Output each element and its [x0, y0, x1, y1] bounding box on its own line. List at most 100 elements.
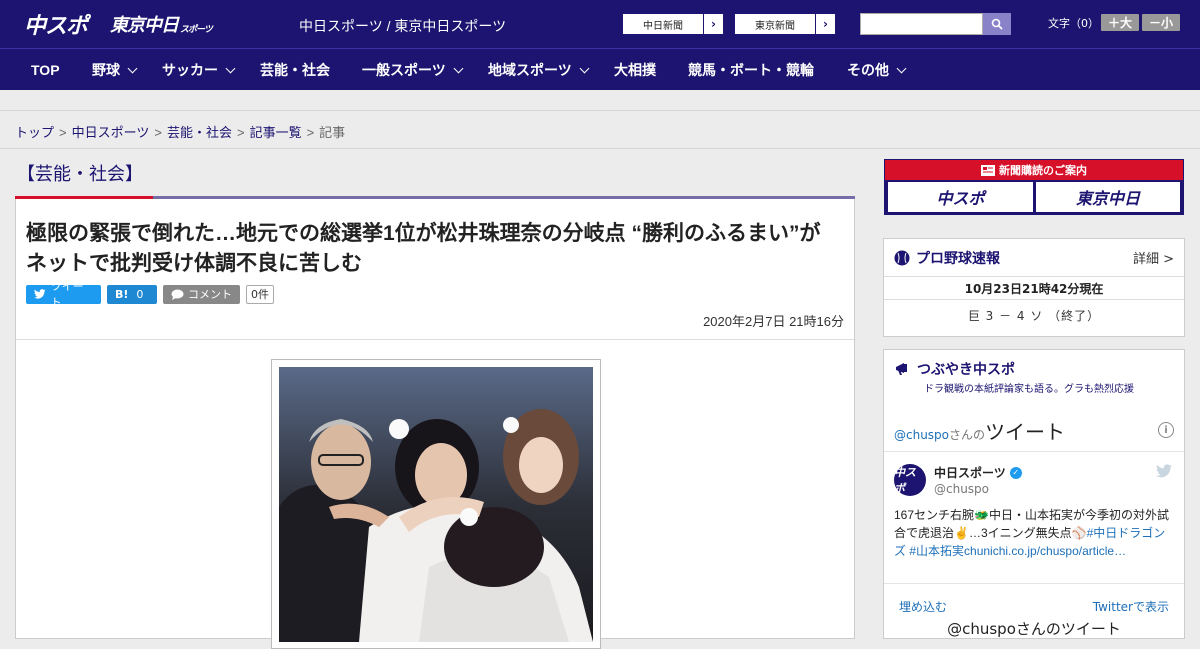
nav-label: 一般スポーツ — [362, 62, 446, 78]
nav-item-general-sports[interactable]: 一般スポーツ — [362, 49, 464, 91]
nav-item-racing[interactable]: 競馬・ボート・競輪 — [688, 49, 814, 91]
subscription-heading-text: 新聞購読のご案内 — [999, 164, 1087, 177]
ext-link-label: 東京新聞 — [755, 20, 795, 32]
article-divider — [16, 339, 854, 340]
breadcrumb-bar: トップ > 中日スポーツ > 芸能・社会 > 記事一覧 > 記事 — [0, 111, 1200, 149]
article-headline: 極限の緊張で倒れた…地元での総選挙1位が松井珠理奈の分岐点 “勝利のふるまい”が… — [26, 222, 821, 275]
chevron-down-icon — [127, 63, 138, 73]
baseball-icon — [894, 250, 910, 266]
baseball-detail-link[interactable]: 詳細 > — [1133, 248, 1174, 267]
info-icon[interactable]: i — [1158, 422, 1174, 438]
tokyo-logo-main: 東京中日 — [110, 15, 179, 36]
search-button[interactable] — [983, 13, 1011, 35]
tweet-link[interactable]: chunichi.co.jp/chuspo/article… — [964, 544, 1126, 558]
breadcrumb: トップ > 中日スポーツ > 芸能・社会 > 記事一覧 > 記事 — [15, 122, 345, 141]
tweet-box-subtitle: ドラ観戦の本紙評論家も語る。グラも熱烈応援 — [924, 384, 1134, 395]
nav-item-soccer[interactable]: サッカー — [162, 49, 236, 91]
breadcrumb-separator: > — [59, 125, 67, 140]
tweet-account-name[interactable]: 中日スポーツ ✓ — [934, 464, 1022, 481]
photo-illustration — [279, 367, 593, 642]
breadcrumb-separator: > — [154, 125, 162, 140]
chunichi-shimbun-link[interactable]: 中日新聞 › — [622, 13, 724, 35]
hatena-label: B! — [115, 287, 129, 301]
article-photo-frame — [271, 359, 601, 649]
timeline-footer: @chuspoさんのツイート — [947, 620, 1121, 638]
speech-bubble-icon — [171, 289, 184, 300]
baseball-box-title: プロ野球速報 — [894, 248, 1000, 268]
breadcrumb-link-article-list[interactable]: 記事一覧 — [250, 125, 302, 140]
tokyo-logo-sub: スポーツ — [180, 24, 213, 35]
chevron-right-icon: › — [815, 14, 835, 34]
nav-label: TOP — [31, 62, 60, 78]
font-decrease-button[interactable]: －小 — [1142, 14, 1180, 31]
comment-button[interactable]: コメント — [163, 284, 240, 304]
ext-link-label: 中日新聞 — [643, 20, 683, 32]
hatena-bookmark-button[interactable]: B! 0 — [107, 284, 157, 304]
nav-item-entertainment[interactable]: 芸能・社会 — [260, 49, 330, 91]
timeline-handle[interactable]: @chuspo — [894, 428, 949, 442]
tokyo-shimbun-link[interactable]: 東京新聞 › — [734, 13, 836, 35]
baseball-timestamp: 10月23日21時42分現在 — [884, 276, 1184, 300]
search-input[interactable] — [860, 13, 983, 35]
baseball-score[interactable]: 巨 3 － 4 ソ （終了） — [884, 307, 1184, 324]
twitter-timeline-box: つぶやき中スポ ドラ観戦の本紙評論家も語る。グラも熱烈応援 @chuspo さんの… — [883, 349, 1185, 639]
chuspo-subscribe-logo[interactable]: 中スポ — [888, 182, 1033, 212]
breadcrumb-link-chunichi-sports[interactable]: 中日スポーツ — [72, 125, 150, 140]
nav-label: 地域スポーツ — [488, 62, 572, 78]
baseball-title-text: プロ野球速報 — [916, 250, 1000, 266]
nav-label: 野球 — [92, 62, 120, 78]
tweet-button[interactable]: ツイート — [26, 280, 101, 309]
subscription-banner[interactable]: 新聞購読のご案内 中スポ 東京中日 — [884, 159, 1184, 215]
twitter-bird-icon — [34, 289, 46, 299]
nav-label: 競馬・ボート・競輪 — [688, 62, 814, 78]
megaphone-icon — [896, 363, 907, 375]
nav-item-baseball[interactable]: 野球 — [92, 49, 138, 91]
nav-item-sumo[interactable]: 大相撲 — [614, 49, 656, 91]
tweet-account-handle[interactable]: @chuspo — [934, 482, 989, 496]
font-increase-button[interactable]: ＋大 — [1101, 14, 1139, 31]
site-title[interactable]: 中日スポーツ / 東京中日スポーツ — [299, 16, 506, 36]
chevron-down-icon — [579, 63, 590, 73]
tweet-account-name-text: 中日スポーツ — [934, 466, 1006, 480]
ad-strip — [0, 90, 1200, 111]
view-on-twitter-link[interactable]: Twitterで表示 — [1093, 598, 1169, 615]
category-header: 【芸能・社会】 — [15, 160, 855, 200]
timeline-divider — [884, 451, 1184, 452]
twitter-bird-icon[interactable] — [1156, 464, 1172, 478]
tokyo-chunichi-logo[interactable]: 東京中日 スポーツ — [110, 12, 213, 36]
breadcrumb-current: 記事 — [319, 125, 346, 140]
category-title[interactable]: 【芸能・社会】 — [17, 160, 143, 186]
newspaper-icon — [981, 164, 995, 176]
nav-label: 大相撲 — [614, 62, 656, 78]
breadcrumb-separator: > — [306, 125, 315, 140]
comment-count: 0件 — [246, 284, 274, 304]
tokyo-chunichi-subscribe-logo[interactable]: 東京中日 — [1036, 182, 1180, 212]
breadcrumb-separator: > — [236, 125, 245, 140]
nav-label: その他 — [847, 62, 889, 78]
baseball-scores-box: プロ野球速報 詳細 > 10月23日21時42分現在 巨 3 － 4 ソ （終了… — [883, 238, 1185, 337]
article-photo[interactable] — [279, 367, 593, 642]
subscription-heading: 新聞購読のご案内 — [885, 160, 1183, 180]
avatar[interactable]: 中スポ — [894, 464, 926, 496]
timeline-header: @chuspo さんの ツイート — [894, 416, 1065, 445]
top-header: 中スポ 東京中日 スポーツ 中日スポーツ / 東京中日スポーツ 中日新聞 › 東京… — [0, 0, 1200, 48]
chevron-down-icon — [896, 63, 907, 73]
timeline-suffix: さんの — [949, 428, 986, 442]
chevron-down-icon — [453, 63, 464, 73]
embed-link[interactable]: 埋め込む — [899, 598, 947, 615]
article-date: 2020年2月7日 21時16分 — [703, 314, 844, 329]
tweet-text: 167センチ右腕🐲中日・山本拓実が今季初の対外試合で虎退治✌…3イニング無失点⚾… — [894, 506, 1174, 560]
tweet-box-title-text: つぶやき中スポ — [917, 361, 1015, 377]
comment-label: コメント — [188, 288, 232, 301]
breadcrumb-link-top[interactable]: トップ — [15, 125, 54, 140]
chuspo-logo[interactable]: 中スポ — [24, 10, 88, 39]
share-row: ツイート B! 0 コメント 0件 — [26, 280, 274, 309]
nav-item-others[interactable]: その他 — [847, 49, 907, 91]
nav-label: サッカー — [162, 62, 218, 78]
breadcrumb-link-entertainment[interactable]: 芸能・社会 — [167, 125, 232, 140]
timeline-divider — [884, 583, 1184, 584]
font-size-label: 文字（0） — [1048, 17, 1099, 30]
hatena-count: 0 — [136, 287, 144, 301]
nav-item-top[interactable]: TOP — [31, 49, 60, 91]
nav-item-regional-sports[interactable]: 地域スポーツ — [488, 49, 590, 91]
